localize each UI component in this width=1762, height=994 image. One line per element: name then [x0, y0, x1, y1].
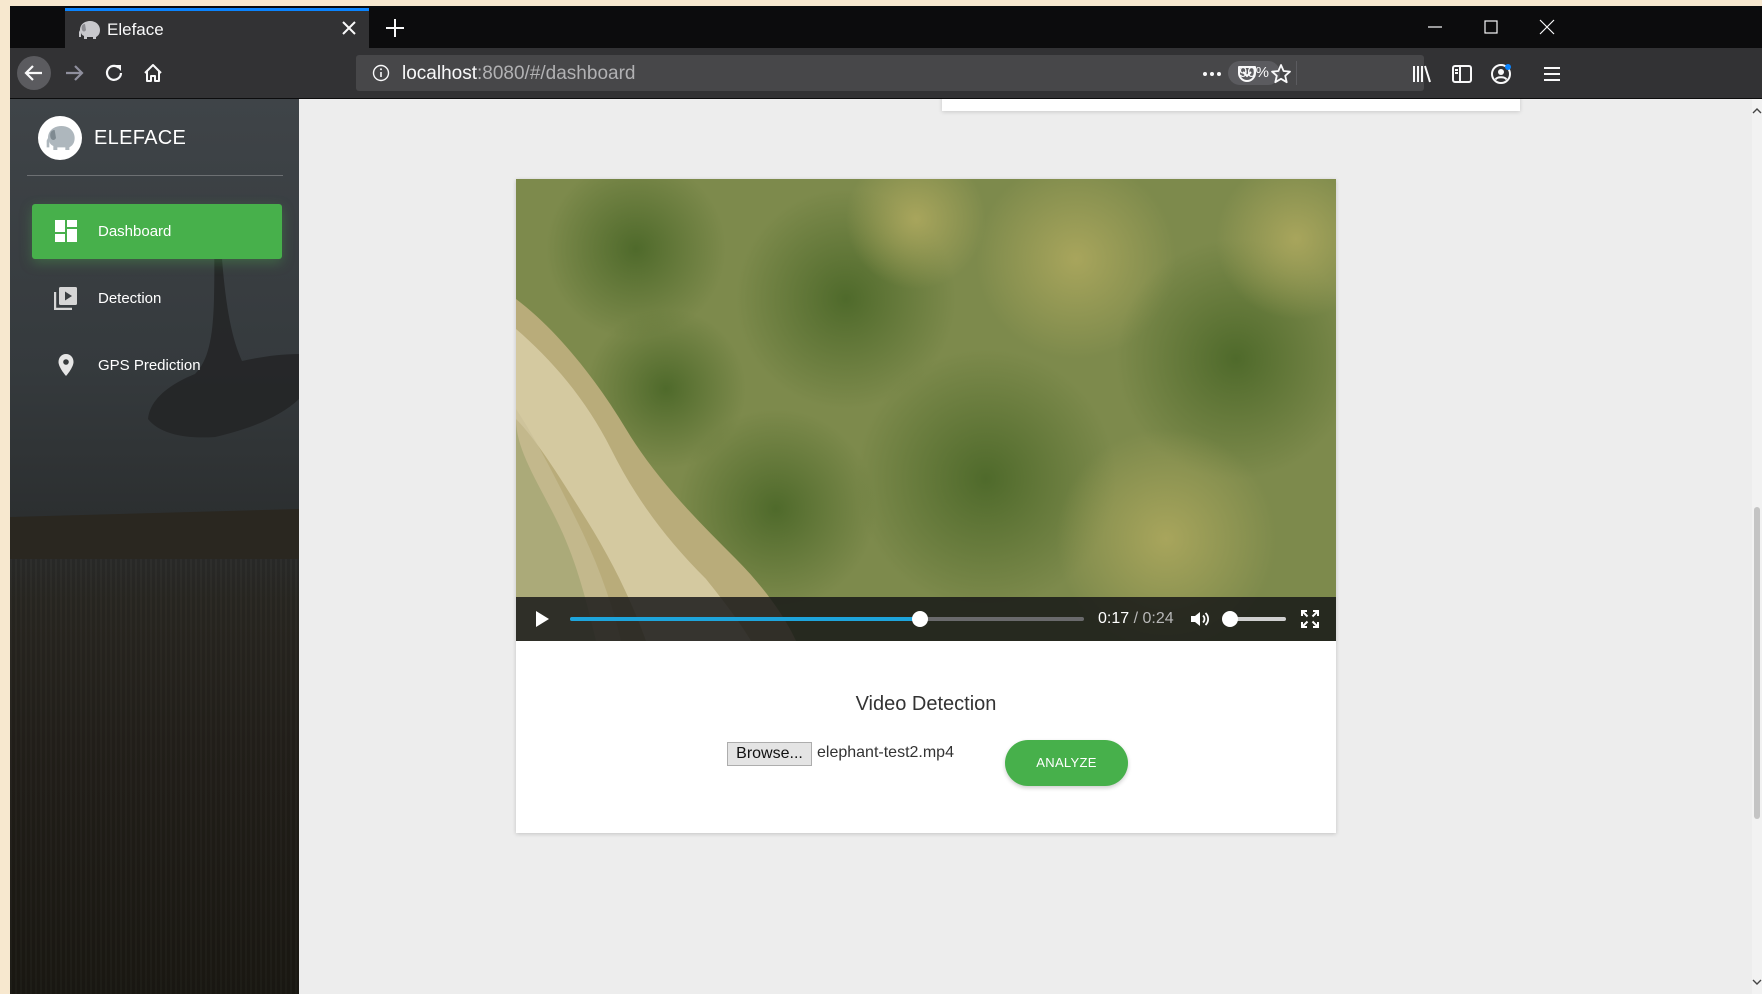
location-pin-icon [58, 354, 74, 376]
forward-arrow-icon [66, 65, 84, 81]
bookmark-star-icon[interactable] [1270, 63, 1292, 85]
tab-title: Eleface [107, 20, 164, 39]
minimize-icon[interactable] [1424, 16, 1446, 38]
scroll-up-icon[interactable] [1752, 105, 1762, 117]
sidebar-grass-background [10, 519, 299, 994]
url-host: localhost [402, 63, 477, 84]
info-icon[interactable] [372, 64, 390, 82]
sidebar-toggle-icon[interactable] [1450, 62, 1474, 86]
video-progress-track[interactable] [570, 611, 1084, 627]
volume-slider-thumb[interactable] [1222, 611, 1239, 627]
analyze-button[interactable]: ANALYZE [1005, 740, 1128, 786]
menu-icon[interactable] [1540, 62, 1564, 86]
close-tab-icon[interactable] [337, 16, 361, 40]
video-current-time: 0:17 [1098, 610, 1130, 627]
scrollbar-thumb[interactable] [1754, 507, 1760, 819]
previous-card-bottom [942, 99, 1520, 111]
brand-name[interactable]: ELEFACE [94, 127, 186, 150]
ostrich-silhouette-background [10, 213, 299, 559]
sidebar-item-label: Detection [98, 290, 162, 307]
back-arrow-icon [24, 65, 42, 81]
video-controls-bar: 0:17 / 0:24 [516, 597, 1336, 641]
scroll-down-icon[interactable] [1752, 976, 1762, 988]
home-button[interactable] [136, 56, 170, 90]
pocket-icon[interactable] [1236, 63, 1258, 85]
home-icon [144, 64, 162, 82]
reload-button[interactable] [97, 56, 131, 90]
play-icon[interactable] [532, 609, 552, 629]
video-detection-card: 0:17 / 0:24 Video Detection Browse... el… [516, 179, 1336, 833]
page-actions-icon[interactable] [1201, 63, 1223, 85]
fullscreen-icon[interactable] [1300, 609, 1320, 629]
new-tab-icon[interactable] [382, 15, 408, 41]
maximize-icon[interactable] [1480, 16, 1502, 38]
address-bar[interactable]: localhost:8080/#/dashboard 90% [356, 55, 1424, 91]
aerial-savanna-video-frame [516, 179, 1336, 641]
back-button[interactable] [17, 56, 51, 90]
reload-icon [105, 64, 123, 81]
browser-window: Eleface localhost:8080/#/dashboard 90% E… [10, 6, 1762, 994]
url-path: :8080/#/dashboard [477, 63, 636, 84]
page-viewport: ELEFACE Dashboard Detection GPS Predicti… [10, 99, 1752, 994]
selected-file-name: elephant-test2.mp4 [817, 744, 954, 761]
tab-strip: Eleface [10, 6, 1762, 48]
library-icon[interactable] [1410, 62, 1434, 86]
close-window-icon[interactable] [1536, 16, 1558, 38]
browse-file-button[interactable]: Browse... [727, 742, 812, 766]
elephant-logo-icon [46, 126, 75, 150]
video-time-separator: / [1129, 610, 1143, 627]
url-separator [1296, 61, 1297, 85]
video-duration: 0:24 [1142, 610, 1174, 627]
video-progress-thumb[interactable] [911, 611, 928, 627]
sidebar: ELEFACE Dashboard Detection GPS Predicti… [10, 99, 299, 994]
page-scrollbar[interactable] [1752, 99, 1762, 994]
sidebar-item-gps-prediction[interactable]: GPS Prediction [32, 338, 282, 393]
forward-button[interactable] [57, 56, 91, 90]
video-library-icon [54, 287, 77, 310]
sidebar-item-label: GPS Prediction [98, 357, 201, 374]
video-detection-title: Video Detection [855, 693, 997, 715]
browser-tab[interactable]: Eleface [65, 8, 369, 48]
volume-slider-track[interactable] [1222, 611, 1286, 627]
video-progress-fill [570, 617, 920, 621]
navigation-toolbar: localhost:8080/#/dashboard 90% [10, 48, 1762, 99]
account-icon[interactable] [1489, 62, 1513, 86]
video-time-display: 0:17 / 0:24 [1098, 610, 1174, 628]
sidebar-item-detection[interactable]: Detection [32, 271, 282, 326]
dashboard-icon [55, 220, 77, 242]
url-text: localhost:8080/#/dashboard [402, 63, 635, 85]
elephant-favicon-icon [79, 21, 100, 39]
volume-icon[interactable] [1189, 609, 1211, 629]
brand-logo[interactable] [38, 116, 82, 160]
sidebar-item-dashboard[interactable]: Dashboard [32, 204, 282, 259]
sidebar-divider [27, 175, 283, 176]
sidebar-item-label: Dashboard [98, 223, 172, 240]
video-player[interactable]: 0:17 / 0:24 [516, 179, 1336, 641]
